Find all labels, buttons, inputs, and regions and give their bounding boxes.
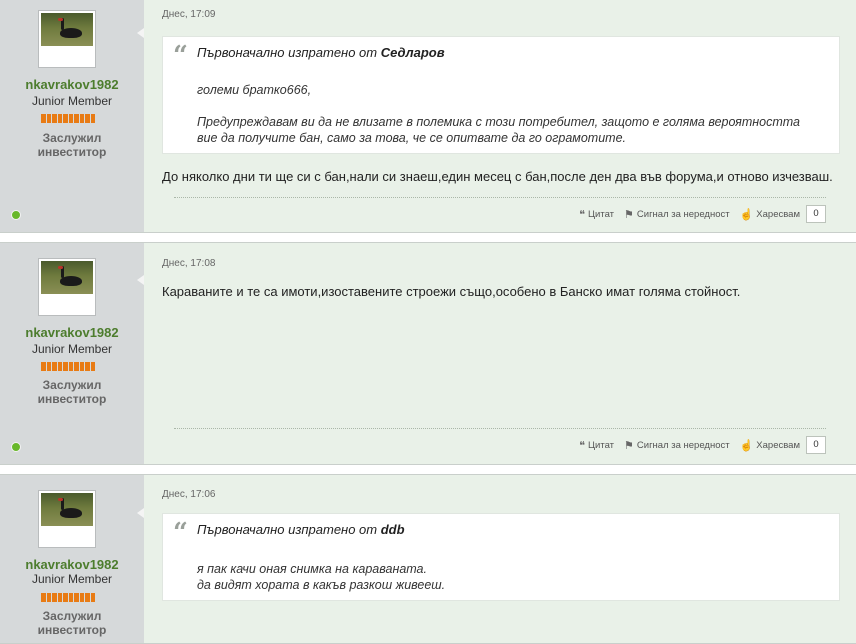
avatar[interactable] (38, 258, 96, 316)
like-button[interactable]: ☝ Харесвам (740, 208, 800, 221)
reputation-bar (41, 362, 95, 371)
report-button[interactable]: ⚑ Сигнал за нередност (624, 208, 730, 221)
username[interactable]: nkavrakov1982 (0, 557, 144, 572)
post: nkavrakov1982 Junior Member Заслужил инв… (0, 242, 856, 465)
speech-arrow-icon (137, 28, 144, 38)
post-content: Днес, 17:06 “ Първоначално изпратено от … (144, 475, 856, 643)
user-rank-line: Заслужил (42, 609, 102, 623)
quote-prefix: Първоначално изпратено от (197, 45, 378, 60)
user-rank: Заслужил инвеститор (0, 378, 144, 406)
user-sidebar: nkavrakov1982 Junior Member Заслужил инв… (0, 475, 144, 643)
reputation-bar (41, 593, 95, 602)
like-count: 0 (806, 205, 826, 223)
reputation-bar (41, 114, 95, 123)
username[interactable]: nkavrakov1982 (0, 325, 144, 340)
post-date: Днес, 17:09 (162, 9, 216, 20)
quote-line: Предупреждавам ви да не влизате в полеми… (197, 115, 800, 129)
flag-icon: ⚑ (624, 439, 634, 452)
flag-icon: ⚑ (624, 208, 634, 221)
quote-button-label: Цитат (588, 439, 615, 451)
like-button-label: Харесвам (756, 439, 800, 451)
quote-line: големи братко666, (197, 83, 312, 97)
quote-block: “ Първоначално изпратено от Седларов гол… (162, 36, 840, 154)
post: nkavrakov1982 Junior Member Заслужил инв… (0, 0, 856, 233)
black-swan-avatar-image (41, 261, 93, 294)
user-sidebar: nkavrakov1982 Junior Member Заслужил инв… (0, 243, 144, 464)
user-rank: Заслужил инвеститор (0, 131, 144, 159)
user-rank-line: Заслужил (42, 378, 102, 392)
black-swan-avatar-image (41, 493, 93, 526)
post: nkavrakov1982 Junior Member Заслужил инв… (0, 474, 856, 644)
quote-line: вие да получите бан, само за това, че се… (197, 131, 627, 145)
post-content: Днес, 17:09 “ Първоначално изпратено от … (144, 0, 856, 232)
report-button-label: Сигнал за нередност (636, 439, 730, 451)
speech-arrow-icon (137, 275, 144, 285)
user-rank-line: инвеститор (37, 145, 107, 159)
report-button-label: Сигнал за нередност (636, 208, 730, 220)
avatar[interactable] (38, 490, 96, 548)
quote-button[interactable]: ❝ Цитат (579, 439, 614, 452)
quote-header: Първоначално изпратено от Седларов (197, 45, 445, 60)
speech-arrow-icon (137, 508, 144, 518)
quote-block: “ Първоначално изпратено от ddb я пак ка… (162, 513, 840, 601)
quote-header: Първоначално изпратено от ddb (197, 522, 405, 537)
user-rank: Заслужил инвеститор (0, 609, 144, 637)
like-button-label: Харесвам (756, 208, 800, 220)
report-button[interactable]: ⚑ Сигнал за нередност (624, 439, 730, 452)
quote-button[interactable]: ❝ Цитат (579, 208, 614, 221)
quote-icon: ❝ (579, 439, 586, 452)
online-status-icon (11, 210, 21, 220)
post-date: Днес, 17:08 (162, 258, 216, 269)
thumbs-up-icon: ☝ (739, 439, 754, 452)
user-title: Junior Member (31, 94, 113, 108)
quote-prefix: Първоначално изпратено от (197, 522, 378, 537)
divider (174, 428, 826, 429)
quote-author[interactable]: Седларов (381, 45, 445, 60)
post-date: Днес, 17:06 (162, 489, 216, 500)
quote-icon: “ (173, 41, 188, 71)
divider (174, 197, 826, 198)
post-message: Караваните и те са имоти,изоставените ст… (162, 284, 741, 299)
post-content: Днес, 17:08 Караваните и те са имоти,изо… (144, 243, 856, 464)
post-actions: ❝ Цитат ⚑ Сигнал за нередност ☝ Харесвам… (579, 436, 826, 454)
quote-line: да видят хората в какъв разкош живееш. (197, 578, 446, 592)
quote-icon: “ (173, 518, 188, 548)
quote-line: я пак качи оная снимка на караваната. (197, 562, 427, 576)
like-button[interactable]: ☝ Харесвам (740, 439, 800, 452)
like-count: 0 (806, 436, 826, 454)
user-rank-line: Заслужил (42, 131, 102, 145)
quote-author[interactable]: ddb (381, 522, 405, 537)
user-rank-line: инвеститор (37, 623, 107, 637)
quote-button-label: Цитат (588, 208, 615, 220)
thumbs-up-icon: ☝ (739, 208, 754, 221)
post-actions: ❝ Цитат ⚑ Сигнал за нередност ☝ Харесвам… (579, 205, 826, 223)
post-message: До няколко дни ти ще си с бан,нали си зн… (162, 169, 833, 184)
user-title: Junior Member (31, 342, 113, 356)
user-sidebar: nkavrakov1982 Junior Member Заслужил инв… (0, 0, 144, 232)
user-rank-line: инвеститор (37, 392, 107, 406)
quote-icon: ❝ (579, 208, 586, 221)
user-title: Junior Member (31, 572, 113, 586)
username[interactable]: nkavrakov1982 (0, 77, 144, 92)
avatar[interactable] (38, 10, 96, 68)
online-status-icon (11, 442, 21, 452)
black-swan-avatar-image (41, 13, 93, 46)
